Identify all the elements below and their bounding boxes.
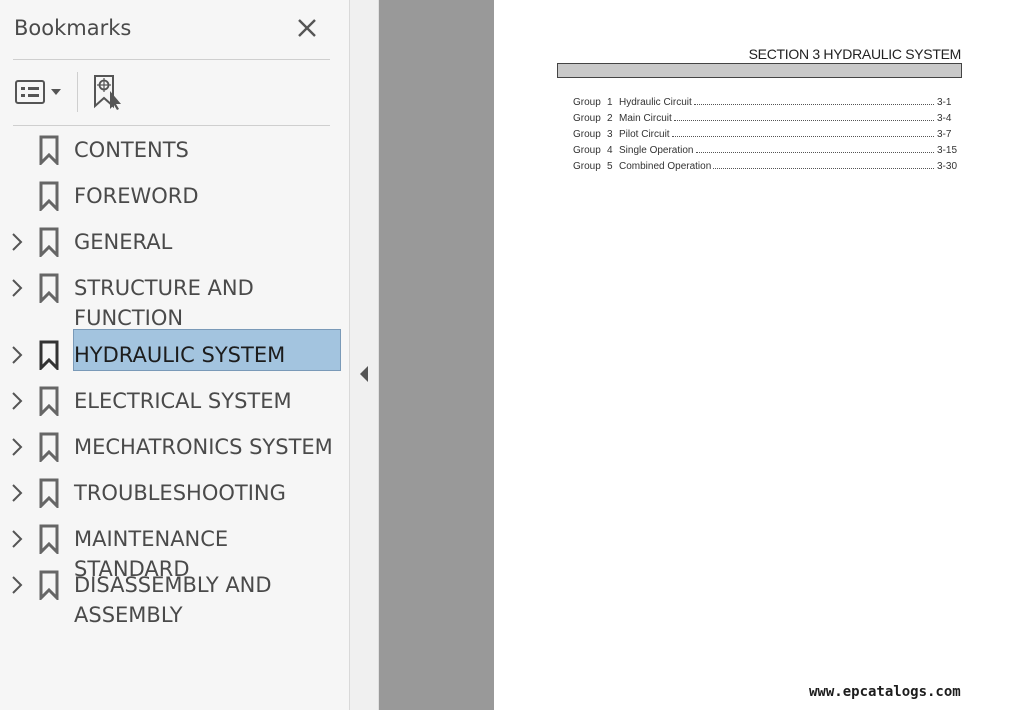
toc-row[interactable]: Group 3 Pilot Circuit 3-7 [573, 126, 957, 140]
toc-row[interactable]: Group 1 Hydraulic Circuit 3-1 [573, 94, 957, 108]
section-title: SECTION 3 HYDRAULIC SYSTEM [748, 46, 962, 62]
toc-leader-dots [693, 104, 934, 105]
bookmark-icon [39, 135, 59, 167]
close-icon [298, 19, 316, 37]
bookmark-label[interactable]: CONTENTS [74, 135, 189, 165]
expand-chevron-icon[interactable] [9, 483, 25, 503]
bookmark-label[interactable]: GENERAL [74, 227, 172, 257]
toc-page-number: 3-4 [937, 113, 952, 124]
divider [13, 59, 330, 60]
toc-page-number: 3-15 [937, 145, 958, 156]
bookmark-icon [39, 386, 59, 418]
toc-group-number: 3 [607, 129, 613, 140]
watermark-url: www.epcatalogs.com [809, 684, 961, 700]
toc-row[interactable]: Group 4 Single Operation 3-15 [573, 142, 957, 156]
toc-leader-dots [695, 152, 934, 153]
bookmark-icon [39, 524, 59, 556]
toc-group-label: Group [573, 145, 601, 156]
expand-chevron-icon[interactable] [9, 529, 25, 549]
bookmark-icon [39, 340, 59, 372]
expand-chevron-icon[interactable] [9, 232, 25, 252]
expand-chevron-icon[interactable] [9, 437, 25, 457]
toc-title[interactable]: Hydraulic Circuit [619, 97, 692, 108]
toc-title[interactable]: Single Operation [619, 145, 694, 156]
expand-chevron-icon[interactable] [9, 345, 25, 365]
bookmark-label[interactable]: STRUCTURE AND FUNCTION [74, 273, 254, 333]
toc-row[interactable]: Group 5 Combined Operation 3-30 [573, 158, 957, 172]
close-button[interactable] [293, 14, 321, 42]
toc-page-number: 3-1 [937, 97, 952, 108]
bookmark-icon [39, 478, 59, 510]
bookmark-label[interactable]: MECHATRONICS SYSTEM [74, 432, 333, 462]
toc-page-number: 3-30 [937, 161, 958, 172]
bookmark-label[interactable]: FOREWORD [74, 181, 199, 211]
toc-group-number: 2 [607, 113, 613, 124]
toc-group-label: Group [573, 113, 601, 124]
expand-chevron-icon[interactable] [9, 575, 25, 595]
toc-leader-dots [673, 120, 934, 121]
bookmark-label[interactable]: HYDRAULIC SYSTEM [74, 340, 285, 370]
toc-row[interactable]: Group 2 Main Circuit 3-4 [573, 110, 957, 124]
toolbar-separator [77, 72, 78, 112]
bookmark-icon [39, 227, 59, 259]
collapse-panel-button[interactable] [358, 364, 370, 384]
toc-group-label: Group [573, 161, 601, 172]
toc-title[interactable]: Combined Operation [619, 161, 711, 172]
bookmark-label[interactable]: TROUBLESHOOTING [74, 478, 286, 508]
toc-group-label: Group [573, 97, 601, 108]
toc-group-number: 4 [607, 145, 613, 156]
find-current-bookmark-icon [94, 75, 121, 110]
bookmark-label[interactable]: ELECTRICAL SYSTEM [74, 386, 292, 416]
section-title-bar [557, 63, 962, 78]
toc-leader-dots [713, 168, 934, 169]
options-menu-button[interactable] [14, 76, 66, 108]
bookmark-icon [39, 432, 59, 464]
expand-chevron-icon[interactable] [9, 391, 25, 411]
find-current-bookmark-button[interactable] [91, 73, 127, 111]
toc-title[interactable]: Main Circuit [619, 113, 672, 124]
panel-title: Bookmarks [14, 16, 132, 40]
document-page: SECTION 3 HYDRAULIC SYSTEM Group 1 Hydraul… [494, 0, 1021, 710]
divider [13, 125, 330, 126]
list-options-icon [15, 80, 61, 104]
toc-page-number: 3-7 [937, 129, 952, 140]
expand-chevron-icon[interactable] [9, 278, 25, 298]
bookmark-icon [39, 181, 59, 213]
bookmarks-panel: Bookmarks CONTENTS FOREWORD GENERAL STRUCTU… [0, 0, 350, 710]
toc-group-label: Group [573, 129, 601, 140]
collapse-left-icon [360, 366, 368, 382]
bookmark-icon [39, 273, 59, 305]
toc-leader-dots [671, 136, 934, 137]
panel-splitter[interactable] [350, 0, 379, 710]
toc-group-number: 5 [607, 161, 613, 172]
document-background [379, 0, 494, 710]
toc-title[interactable]: Pilot Circuit [619, 129, 670, 140]
toc-group-number: 1 [607, 97, 613, 108]
bookmark-icon [39, 570, 59, 602]
bookmark-label[interactable]: DISASSEMBLY AND ASSEMBLY [74, 570, 272, 630]
